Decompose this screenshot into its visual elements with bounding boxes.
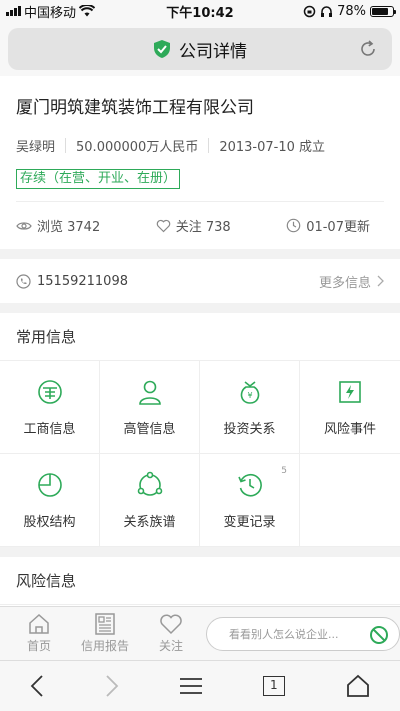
grid-item-label: 工商信息 xyxy=(23,421,76,437)
clock-icon xyxy=(286,218,301,233)
registered-capital: 50.000000万人民币 xyxy=(76,140,199,155)
carrier-label: 中国移动 xyxy=(24,5,77,21)
status-badge: 存续（在营、开业、在册） xyxy=(16,169,181,189)
heart-icon xyxy=(156,219,171,232)
risk-info-section: 风险信息 xyxy=(0,557,400,606)
nav-credit-report-label: 信用报告 xyxy=(80,639,129,653)
nav-credit-report[interactable]: 信用报告 xyxy=(72,613,138,654)
heart-icon xyxy=(160,614,182,635)
address-bar[interactable]: 公司详情 xyxy=(8,28,392,70)
legal-person[interactable]: 吴绿明 xyxy=(16,136,55,155)
common-info-grid: 工商信息 高管信息 ¥ 投资关系 风险事件 股权结构 关系族谱 5 变更记录 xyxy=(0,361,400,547)
svg-text:¥: ¥ xyxy=(247,391,252,400)
more-info-link[interactable]: 更多信息 xyxy=(319,272,384,291)
company-card: 厦门明筑建筑装饰工程有限公司 吴绿明 50.000000万人民币 2013-07… xyxy=(0,76,400,249)
grid-item-relations[interactable]: 关系族谱 xyxy=(100,454,200,547)
divider xyxy=(208,138,210,153)
nav-home[interactable]: 首页 xyxy=(6,613,72,654)
section-title: 常用信息 xyxy=(0,313,400,361)
equity-icon xyxy=(37,472,62,497)
grid-item-equity[interactable]: 股权结构 xyxy=(0,454,100,547)
page-content[interactable]: 厦门明筑建筑装饰工程有限公司 吴绿明 50.000000万人民币 2013-07… xyxy=(0,76,400,606)
report-icon xyxy=(95,613,115,635)
grid-item-executives[interactable]: 高管信息 xyxy=(100,361,200,454)
tabs-button[interactable]: 1 xyxy=(262,676,285,696)
risk-event-icon xyxy=(339,380,361,403)
updated-stat: 01-07更新 xyxy=(286,216,370,235)
updated-date: 01-07更新 xyxy=(306,220,370,235)
clock: 下午10:42 xyxy=(166,5,234,21)
shield-check-icon xyxy=(154,40,170,58)
comment-placeholder: 看看别人怎么说企业... xyxy=(229,627,339,641)
views-count: 浏览 3742 xyxy=(37,220,101,235)
status-left: 中国移动 xyxy=(6,2,146,21)
follow-stat[interactable]: 关注 738 xyxy=(156,216,231,235)
forward-icon[interactable] xyxy=(105,674,119,698)
home-icon xyxy=(29,613,49,634)
section-gap xyxy=(0,249,400,259)
change-count-badge: 5 xyxy=(281,466,287,476)
views-stat: 浏览 3742 xyxy=(16,216,100,235)
page-title: 公司详情 xyxy=(179,41,247,62)
battery-icon xyxy=(370,5,396,17)
grid-item-business-info[interactable]: 工商信息 xyxy=(0,361,100,454)
section-gap xyxy=(0,303,400,313)
section-title: 风险信息 xyxy=(0,557,400,605)
follow-count: 关注 738 xyxy=(175,220,231,235)
forbidden-icon[interactable] xyxy=(369,625,389,645)
reload-icon[interactable] xyxy=(358,39,378,59)
wifi-icon xyxy=(79,5,96,17)
phone-number: 15159211098 xyxy=(37,273,128,289)
relation-icon xyxy=(137,471,162,496)
executive-icon xyxy=(138,380,161,405)
grid-item-label: 关系族谱 xyxy=(123,514,176,530)
home-icon[interactable] xyxy=(346,674,370,698)
grid-item-investment[interactable]: ¥ 投资关系 xyxy=(200,361,300,454)
founded-date: 2013-07-10 成立 xyxy=(219,140,326,155)
nav-home-label: 首页 xyxy=(26,639,51,653)
grid-item-label: 投资关系 xyxy=(223,421,276,437)
divider xyxy=(65,138,67,153)
comment-input[interactable]: 看看别人怎么说企业... xyxy=(206,616,400,651)
business-info-icon xyxy=(37,379,62,404)
phone-icon xyxy=(16,273,31,289)
battery-percent: 78% xyxy=(337,3,366,19)
signal-icon xyxy=(6,6,21,16)
back-icon[interactable] xyxy=(30,674,44,698)
status-right: 78% xyxy=(254,3,396,19)
grid-item-risk-events[interactable]: 风险事件 xyxy=(300,361,400,454)
battery-fill xyxy=(372,7,388,15)
more-info-label: 更多信息 xyxy=(318,275,371,291)
eye-icon xyxy=(16,221,32,230)
nav-follow-label: 关注 xyxy=(158,639,183,653)
bottom-nav: 首页 信用报告 关注 看看别人怎么说企业... xyxy=(0,606,400,660)
stats-row: 浏览 3742 关注 738 01-07更新 xyxy=(16,201,384,249)
menu-icon[interactable] xyxy=(179,677,202,695)
chevron-right-icon xyxy=(377,275,384,287)
section-gap xyxy=(0,547,400,557)
phone-info[interactable]: 15159211098 xyxy=(16,274,128,289)
grid-item-label: 变更记录 xyxy=(223,514,276,530)
headphones-icon xyxy=(321,5,333,17)
company-name: 厦门明筑建筑装饰工程有限公司 xyxy=(16,98,254,118)
grid-item-label: 风险事件 xyxy=(323,421,376,437)
browser-toolbar: 1 xyxy=(0,660,400,711)
grid-item-empty xyxy=(300,454,400,547)
contact-row[interactable]: 15159211098 更多信息 xyxy=(0,259,400,303)
grid-item-label: 股权结构 xyxy=(23,514,76,530)
status-bar: 中国移动 下午10:42 78% xyxy=(0,0,400,22)
company-meta: 吴绿明 50.000000万人民币 2013-07-10 成立 xyxy=(16,136,384,155)
common-info-section: 常用信息 工商信息 高管信息 ¥ 投资关系 风险事件 股权结构 关系族谱 5 变… xyxy=(0,313,400,547)
nav-follow[interactable]: 关注 xyxy=(138,613,204,654)
orientation-lock-icon xyxy=(303,5,316,17)
investment-icon: ¥ xyxy=(240,380,259,404)
address-bar-container: 公司详情 xyxy=(0,22,400,76)
grid-item-label: 高管信息 xyxy=(123,421,176,437)
change-record-icon xyxy=(237,473,262,496)
grid-item-change-records[interactable]: 5 变更记录 xyxy=(200,454,300,547)
